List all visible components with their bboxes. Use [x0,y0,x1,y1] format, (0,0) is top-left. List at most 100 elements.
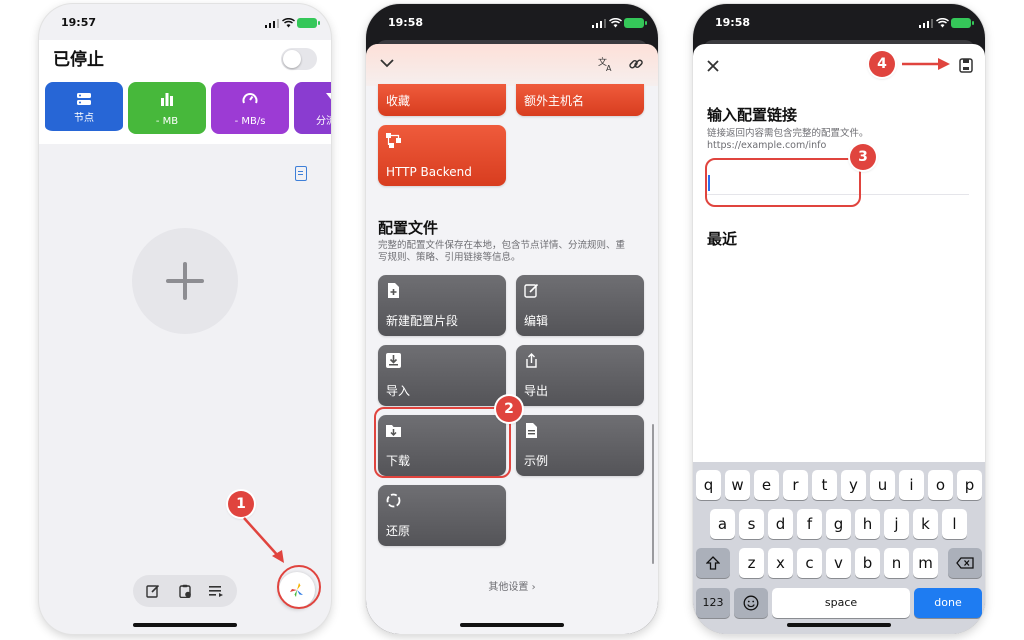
tile-speed[interactable]: - MB/s [211,82,289,134]
step-badge-2: 2 [496,396,522,422]
add-config-button[interactable] [132,228,238,334]
key-i[interactable]: i [899,470,924,500]
highlight-download [374,407,511,478]
tile-label: 分流 [316,116,331,127]
filter-icon [326,93,331,100]
space-key[interactable]: space [772,588,910,618]
key-x[interactable]: x [768,548,793,578]
home-indicator [787,623,891,627]
key-u[interactable]: u [870,470,895,500]
tile-traffic[interactable]: - MB [128,82,206,134]
edit-icon [524,283,539,298]
key-p[interactable]: p [957,470,982,500]
arrow-step-1 [243,517,284,563]
list-icon[interactable] [209,584,223,598]
key-w[interactable]: w [725,470,750,500]
vpn-toggle[interactable] [281,48,317,70]
emoji-key[interactable] [734,588,768,618]
edit-config-button[interactable]: 编辑 [516,275,644,336]
backspace-key[interactable] [948,548,982,578]
section-title: 配置文件 [378,219,439,237]
backspace-icon [956,557,974,569]
button-label: 编辑 [524,314,549,328]
key-s[interactable]: s [739,509,764,539]
http-backend-card[interactable]: HTTP Backend [378,125,506,186]
extra-hostname-card[interactable]: 额外主机名 [516,84,644,116]
chevron-down-icon[interactable] [380,58,394,68]
favorites-card[interactable]: 收藏 [378,84,506,116]
key-d[interactable]: d [768,509,793,539]
shift-icon [705,556,721,570]
key-k[interactable]: k [913,509,938,539]
shift-key[interactable] [696,548,730,578]
bar-chart-icon [161,93,173,106]
signal-icon [919,19,933,28]
step-badge-4: 4 [869,51,895,77]
highlight-app-menu [277,565,321,609]
button-label: 导入 [386,384,411,398]
key-t[interactable]: t [812,470,837,500]
sheet-header: 文A [366,44,658,86]
input-description: 链接返回内容需包含完整的配置文件。 https://example.com/in… [707,128,869,152]
example-button[interactable]: 示例 [516,415,644,476]
battery-icon [624,18,647,28]
export-button[interactable]: 导出 [516,345,644,406]
tile-nodes[interactable]: 节点 [45,82,123,134]
key-m[interactable]: m [913,548,938,578]
key-b[interactable]: b [855,548,880,578]
new-snippet-button[interactable]: 新建配置片段 [378,275,506,336]
restore-icon [386,493,401,508]
done-key[interactable]: done [914,588,982,618]
bottom-toolbar [133,575,237,607]
button-label: 还原 [386,524,411,538]
import-button[interactable]: 导入 [378,345,506,406]
key-y[interactable]: y [841,470,866,500]
scrollbar[interactable] [652,424,654,564]
clipboard-icon[interactable] [178,584,192,598]
wifi-icon [609,18,622,28]
key-r[interactable]: r [783,470,808,500]
menu-sheet: 文A 收藏 额外主机名 HTTP Backend 配置文件 完整的配置文件保存在… [366,44,658,634]
key-z[interactable]: z [739,548,764,578]
keyboard: q w e r t y u i o p a s d f g h j k l z … [693,462,985,634]
button-label: 新建配置片段 [386,314,459,328]
key-q[interactable]: q [696,470,721,500]
wifi-icon [936,18,949,28]
import-icon [386,353,401,368]
restore-button[interactable]: 还原 [378,485,506,546]
emoji-icon [743,595,759,611]
key-e[interactable]: e [754,470,779,500]
key-n[interactable]: n [884,548,909,578]
network-icon [386,133,401,148]
key-o[interactable]: o [928,470,953,500]
link-icon[interactable] [628,56,644,72]
document-icon[interactable] [295,166,307,181]
key-g[interactable]: g [826,509,851,539]
tile-label: - MB/s [234,116,266,127]
tile-rules[interactable]: 分流 [294,82,331,134]
server-icon [77,93,91,105]
highlight-url-input [705,158,861,207]
close-icon[interactable] [707,60,719,72]
translate-icon[interactable]: 文A [598,56,614,72]
phone-screen-url-input: 19:58 输入配置链接 链接返回内容需包含完整的配置文件。 https://e… [693,4,985,634]
key-f[interactable]: f [797,509,822,539]
step-badge-3: 3 [850,144,876,170]
phone-screen-menu: 19:58 文A 收藏 额外主机名 HTTP Backend 配置文件 完整的配… [366,4,658,634]
key-l[interactable]: l [942,509,967,539]
file-text-icon [526,423,537,438]
key-h[interactable]: h [855,509,880,539]
status-time: 19:58 [388,16,424,29]
tile-label: 节点 [74,113,94,124]
edit-icon[interactable] [146,584,160,598]
save-icon[interactable] [959,58,973,73]
more-settings-link[interactable]: 其他设置 › [366,578,658,593]
status-time: 19:58 [715,16,751,29]
numbers-key[interactable]: 123 [696,588,730,618]
battery-icon [951,18,974,28]
key-j[interactable]: j [884,509,909,539]
key-c[interactable]: c [797,548,822,578]
tutorial-canvas: 19:57 已停止 节点 - MB - MB/s 分 1 19:58 文 A 收… [0,0,1024,640]
key-v[interactable]: v [826,548,851,578]
key-a[interactable]: a [710,509,735,539]
